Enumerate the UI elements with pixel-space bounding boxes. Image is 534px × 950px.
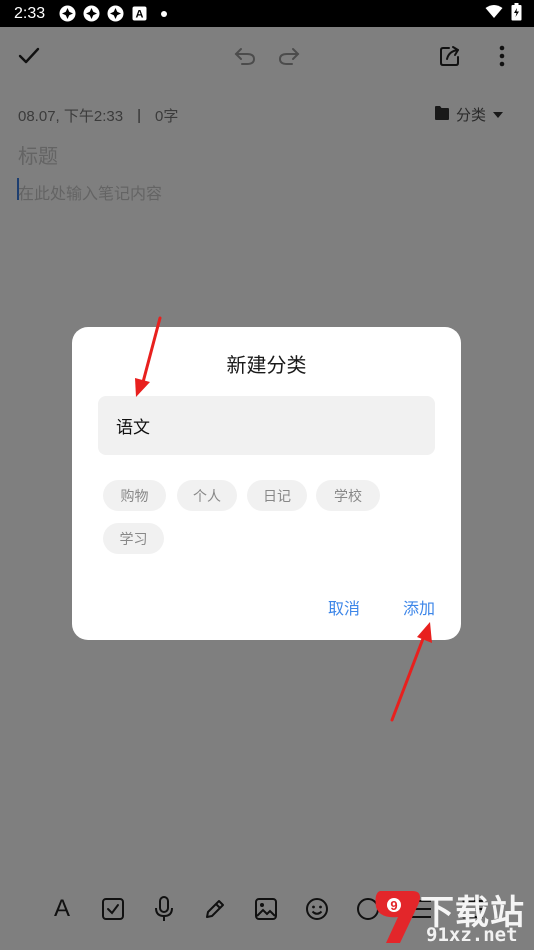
status-time: 2:33 (14, 4, 46, 22)
cancel-button[interactable]: 取消 (328, 595, 360, 619)
category-chip[interactable]: 日记 (247, 480, 307, 511)
dot-icon (155, 5, 172, 22)
category-chip[interactable]: 学习 (103, 523, 164, 554)
watermark-logo-mark: 9 (390, 898, 397, 913)
a-icon: A (131, 5, 148, 22)
app-notification-icon (107, 5, 124, 22)
battery-icon (511, 2, 522, 25)
add-button[interactable]: 添加 (403, 595, 435, 619)
category-chip[interactable]: 购物 (103, 480, 166, 511)
category-chip[interactable]: 学校 (316, 480, 380, 511)
watermark-logo-icon: 9 (375, 891, 420, 943)
dialog-title: 新建分类 (226, 353, 307, 377)
status-bar: 2:33 A (0, 0, 534, 27)
app-notification-icon (59, 5, 76, 22)
category-name-input[interactable]: 语文 (98, 396, 435, 455)
watermark: 9 下载站 91xz.net (366, 885, 534, 950)
new-category-dialog: 新建分类 语文 购物 个人 日记 学校 学习 取消 添加 (72, 327, 461, 640)
wifi-icon (485, 4, 503, 23)
svg-text:A: A (136, 9, 144, 21)
status-right (485, 2, 522, 25)
app-notification-icon (83, 5, 100, 22)
note-editor-screen: 2:33 A 新建分类 语文 购物 个人 日记 学校 学习 取消 添加 9 下载… (0, 0, 534, 950)
watermark-url: 91xz.net (426, 924, 518, 946)
category-chip[interactable]: 个人 (177, 480, 237, 511)
